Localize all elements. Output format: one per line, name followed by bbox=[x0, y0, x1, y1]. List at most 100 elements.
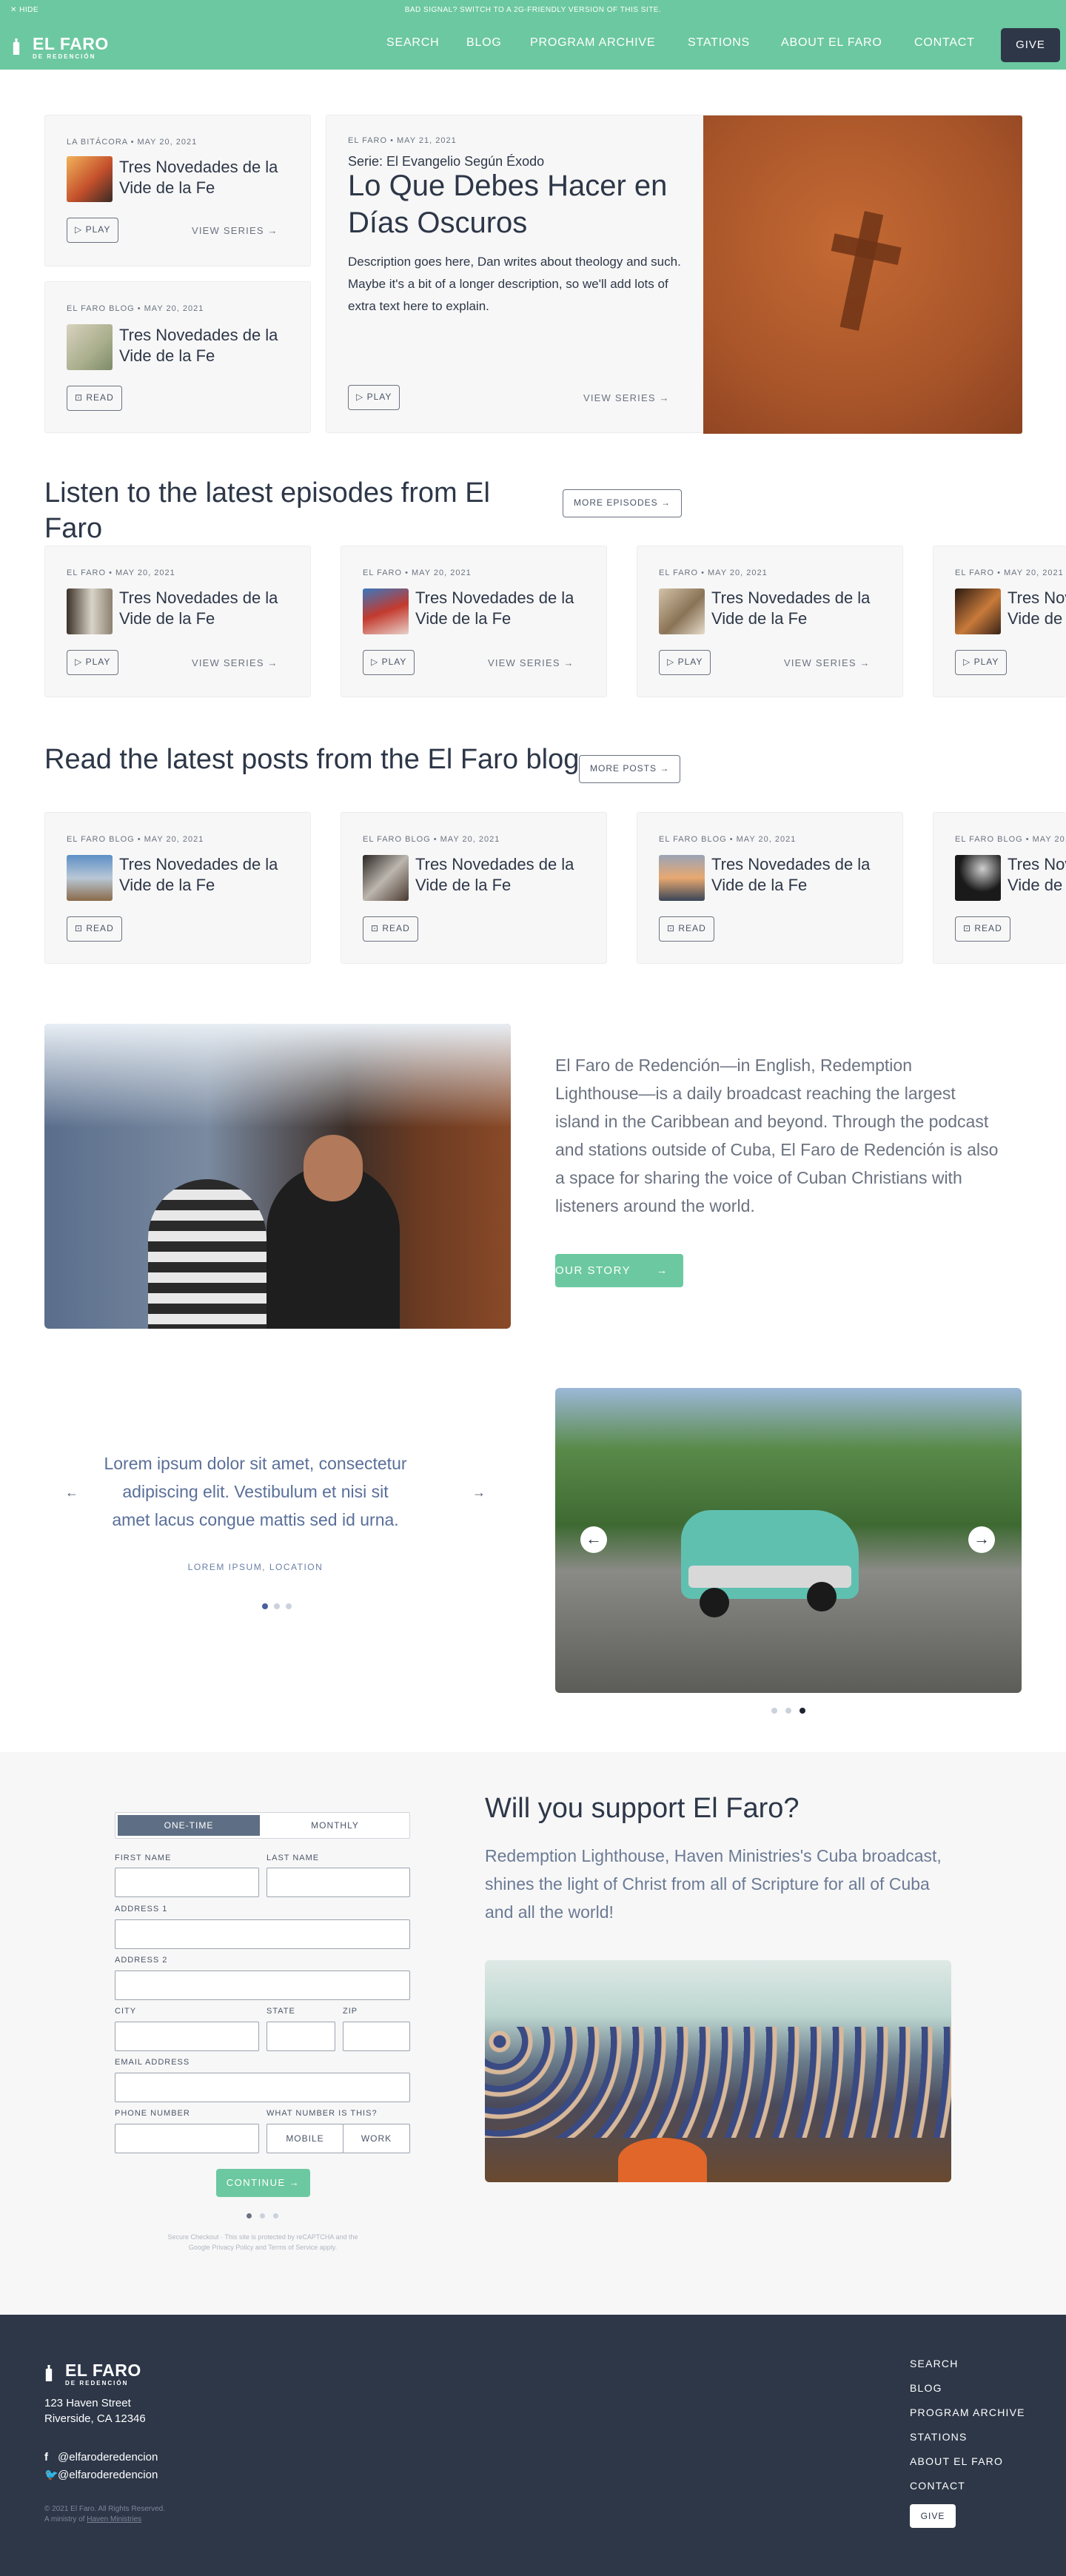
address1-field[interactable] bbox=[115, 1919, 410, 1949]
more-posts-button[interactable]: More Posts → bbox=[579, 755, 681, 783]
address2-field[interactable] bbox=[115, 1970, 410, 2000]
play-button[interactable]: ▷ Play bbox=[67, 218, 119, 243]
city-field[interactable] bbox=[115, 2022, 259, 2051]
nav-search[interactable]: Search bbox=[386, 36, 439, 50]
card-title: Tres Novedades de la Vide de la Fe bbox=[119, 588, 278, 628]
read-button[interactable]: ⊡ Read bbox=[363, 916, 418, 942]
haven-ministries-link[interactable]: Haven Ministries bbox=[87, 2515, 141, 2523]
hero-card-2[interactable]: El Faro Blog • May 20, 2021 Tres Novedad… bbox=[44, 281, 311, 433]
tab-one-time[interactable]: One-Time bbox=[118, 1815, 260, 1836]
prev-quote-arrow[interactable]: ← bbox=[65, 1485, 78, 1500]
zip-field[interactable] bbox=[343, 2022, 410, 2051]
feature-play-button[interactable]: ▷ Play bbox=[348, 385, 400, 410]
footer-give-button[interactable]: Give bbox=[910, 2504, 956, 2528]
carousel-dot-2[interactable] bbox=[785, 1708, 791, 1714]
card-thumbnail bbox=[67, 855, 113, 901]
footer-link-search[interactable]: Search bbox=[910, 2358, 959, 2369]
footer-address-2: Riverside, CA 12346 bbox=[44, 2412, 146, 2425]
address2-label: Address 2 bbox=[115, 1956, 168, 1965]
card-thumbnail bbox=[363, 855, 409, 901]
first-name-field[interactable] bbox=[115, 1868, 259, 1897]
episode-card-4[interactable]: El Faro • May 20, 2021 Tres Novedades de… bbox=[933, 546, 1066, 697]
nav-about[interactable]: About El Faro bbox=[781, 36, 882, 50]
play-button[interactable]: ▷ Play bbox=[67, 650, 119, 675]
footer-link-blog[interactable]: Blog bbox=[910, 2382, 942, 2394]
post-card-4[interactable]: El Faro Blog • May 20, 2021 Tres Novedad… bbox=[933, 812, 1066, 964]
phone-type-work[interactable]: Work bbox=[343, 2124, 410, 2153]
card-title: Tres Novedades de la Vide de la Fe bbox=[711, 588, 871, 628]
quote-dot-3[interactable] bbox=[286, 1603, 292, 1609]
view-series-link[interactable]: View Series → bbox=[488, 657, 574, 668]
carousel-photo bbox=[555, 1388, 1022, 1693]
carousel-dot-1[interactable] bbox=[771, 1708, 777, 1714]
view-series-link[interactable]: View Series → bbox=[192, 657, 278, 668]
footer-link-program-archive[interactable]: Program Archive bbox=[910, 2406, 1025, 2418]
feature-title: Lo Que Debes Hacer en Días Oscuros bbox=[348, 170, 668, 239]
tab-monthly[interactable]: Monthly bbox=[263, 1815, 407, 1836]
read-button[interactable]: ⊡ Read bbox=[659, 916, 714, 942]
footer-logo-subtitle: DE REDENCIÓN bbox=[65, 2380, 129, 2387]
carousel-dot-3[interactable] bbox=[800, 1708, 805, 1714]
read-button[interactable]: ⊡ Read bbox=[955, 916, 1010, 942]
footer-link-about[interactable]: About El Faro bbox=[910, 2455, 1003, 2467]
site-logo[interactable]: EL FARO DE REDENCIÓN bbox=[12, 31, 123, 61]
our-story-button[interactable]: Our Story → bbox=[555, 1254, 683, 1287]
feature-image bbox=[703, 115, 1022, 434]
copyright: © 2021 El Faro. All Rights Reserved. bbox=[44, 2505, 165, 2513]
episode-card-1[interactable]: El Faro • May 20, 2021 Tres Novedades de… bbox=[44, 546, 311, 697]
last-name-field[interactable] bbox=[266, 1868, 410, 1897]
quote-dot-1[interactable] bbox=[262, 1603, 268, 1609]
read-button[interactable]: ⊡ Read bbox=[67, 916, 122, 942]
card-meta: El Faro • May 20, 2021 bbox=[955, 568, 1064, 577]
lighthouse-icon bbox=[45, 2365, 53, 2381]
more-episodes-button[interactable]: More Episodes → bbox=[563, 489, 683, 517]
nav-contact[interactable]: Contact bbox=[914, 36, 975, 50]
episodes-heading: Listen to the latest episodes from El Fa… bbox=[44, 477, 490, 544]
nav-stations[interactable]: Stations bbox=[688, 36, 750, 50]
feature-view-series-link[interactable]: View Series → bbox=[583, 392, 670, 403]
footer-link-stations[interactable]: Stations bbox=[910, 2431, 968, 2443]
card-thumbnail bbox=[67, 156, 113, 202]
twitter-icon: 🐦 bbox=[44, 2469, 58, 2481]
episode-card-3[interactable]: El Faro • May 20, 2021 Tres Novedades de… bbox=[637, 546, 903, 697]
facebook-link[interactable]: f @elfaroderedencion bbox=[44, 2451, 158, 2463]
phone-field[interactable] bbox=[115, 2124, 259, 2153]
play-button[interactable]: ▷ Play bbox=[955, 650, 1008, 675]
email-field[interactable] bbox=[115, 2073, 410, 2102]
twitter-link[interactable]: 🐦@elfaroderedencion bbox=[44, 2468, 158, 2481]
city-label: City bbox=[115, 2007, 137, 2016]
play-button[interactable]: ▷ Play bbox=[659, 650, 711, 675]
state-field[interactable] bbox=[266, 2022, 335, 2051]
hero-card-1[interactable]: La Bitácora • May 20, 2021 Tres Novedade… bbox=[44, 115, 311, 266]
card-thumbnail bbox=[363, 588, 409, 634]
continue-button[interactable]: Continue → bbox=[216, 2169, 310, 2197]
logo-subtitle: DE REDENCIÓN bbox=[33, 53, 96, 60]
nav-program-archive[interactable]: Program Archive bbox=[530, 36, 655, 50]
post-card-3[interactable]: El Faro Blog • May 20, 2021 Tres Novedad… bbox=[637, 812, 903, 964]
low-bandwidth-link[interactable]: Bad signal? Switch to a 2G-friendly vers… bbox=[0, 6, 1066, 14]
cross-icon bbox=[831, 211, 902, 331]
congregation-photo bbox=[485, 1960, 951, 2182]
next-quote-arrow[interactable]: → bbox=[472, 1485, 486, 1500]
quote-dot-2[interactable] bbox=[274, 1603, 280, 1609]
featured-episode-card[interactable]: El Faro • May 21, 2021 Serie: El Evangel… bbox=[326, 115, 1022, 434]
footer-logo[interactable]: EL FARO DE REDENCIÓN bbox=[44, 2358, 155, 2387]
carousel-prev-button[interactable]: ← bbox=[580, 1526, 607, 1553]
view-series-link[interactable]: View Series → bbox=[192, 225, 278, 236]
phone-type-mobile[interactable]: Mobile bbox=[266, 2124, 343, 2153]
post-card-2[interactable]: El Faro Blog • May 20, 2021 Tres Novedad… bbox=[341, 812, 607, 964]
step-dot-1 bbox=[247, 2213, 252, 2218]
nav-blog[interactable]: Blog bbox=[466, 36, 502, 50]
feature-description: Description goes here, Dan writes about … bbox=[348, 255, 681, 313]
phone-type-label: What number is this? bbox=[266, 2109, 378, 2118]
play-button[interactable]: ▷ Play bbox=[363, 650, 415, 675]
episode-card-2[interactable]: El Faro • May 20, 2021 Tres Novedades de… bbox=[341, 546, 607, 697]
post-card-1[interactable]: El Faro Blog • May 20, 2021 Tres Novedad… bbox=[44, 812, 311, 964]
read-button[interactable]: ⊡ Read bbox=[67, 386, 122, 411]
first-name-label: First Name bbox=[115, 1854, 172, 1862]
carousel-next-button[interactable]: → bbox=[968, 1526, 995, 1553]
step-dot-2 bbox=[260, 2213, 265, 2218]
footer-link-contact[interactable]: Contact bbox=[910, 2480, 965, 2492]
view-series-link[interactable]: View Series → bbox=[784, 657, 871, 668]
give-button[interactable]: GIVE bbox=[1001, 28, 1060, 62]
